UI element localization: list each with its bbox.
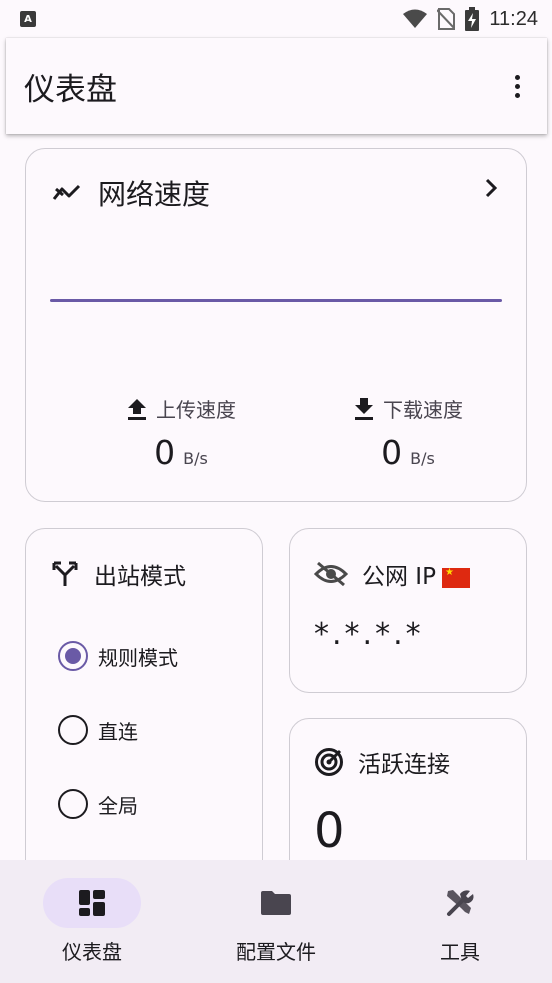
notification-app-icon: A xyxy=(20,11,36,27)
status-bar: A 11:24 xyxy=(0,0,552,38)
radar-icon xyxy=(315,748,343,776)
radio-direct[interactable] xyxy=(58,715,88,745)
visibility-off-icon[interactable] xyxy=(314,561,348,587)
upload-icon xyxy=(128,398,146,420)
download-icon xyxy=(355,397,373,420)
radio-rule[interactable] xyxy=(58,641,88,671)
conn-value: 0 xyxy=(314,803,345,859)
nav-label-profiles: 配置文件 xyxy=(236,940,316,964)
more-vert-icon xyxy=(514,74,520,80)
upload-unit: B/s xyxy=(183,449,208,468)
download-label: 下载速度 xyxy=(383,398,463,422)
dashboard-icon xyxy=(79,890,105,916)
call-split-icon xyxy=(52,561,78,586)
ip-value: *.*.*.* xyxy=(314,617,424,652)
download-unit: B/s xyxy=(410,449,435,468)
tools-icon xyxy=(447,890,474,916)
radio-label-direct: 直连 xyxy=(98,719,138,744)
radio-label-rule: 规则模式 xyxy=(98,645,178,670)
network-speed-card[interactable]: 网络速度 上传速度 0 B/s 下载速度 0 B/s xyxy=(25,148,527,502)
page-title: 仪表盘 xyxy=(24,71,117,108)
mode-option-rule[interactable]: 规则模式 xyxy=(58,641,178,671)
nav-item-tools[interactable]: 工具 xyxy=(368,860,552,983)
china-flag-icon xyxy=(441,567,470,588)
folder-icon xyxy=(261,891,291,915)
nav-item-profiles[interactable]: 配置文件 xyxy=(184,860,368,983)
speed-graph-line xyxy=(50,299,502,302)
mode-option-direct[interactable]: 直连 xyxy=(58,715,138,745)
upload-value: 0 xyxy=(154,433,176,472)
app-bar: 仪表盘 xyxy=(6,38,547,134)
nav-label-dashboard: 仪表盘 xyxy=(62,940,122,964)
battery-charging-icon xyxy=(465,7,480,31)
trending-icon xyxy=(52,184,81,200)
public-ip-card[interactable]: 公网 IP *.*.*.* xyxy=(289,528,527,693)
ip-card-title: 公网 IP xyxy=(362,557,470,591)
upload-label: 上传速度 xyxy=(156,398,236,422)
upload-speed: 上传速度 0 B/s xyxy=(81,394,281,472)
radio-global[interactable] xyxy=(58,789,88,819)
speed-card-title: 网络速度 xyxy=(98,178,211,211)
download-value: 0 xyxy=(381,433,403,472)
conn-card-title: 活跃连接 xyxy=(358,752,450,778)
no-sim-icon xyxy=(437,8,456,30)
chevron-right-icon[interactable] xyxy=(484,177,498,199)
more-options-button[interactable] xyxy=(505,66,529,106)
wifi-icon xyxy=(403,9,428,28)
mode-card-title: 出站模式 xyxy=(94,564,186,590)
bottom-navigation: 仪表盘 配置文件 工具 xyxy=(0,860,552,983)
download-speed: 下载速度 0 B/s xyxy=(308,394,508,472)
mode-option-global[interactable]: 全局 xyxy=(58,789,138,819)
nav-item-dashboard[interactable]: 仪表盘 xyxy=(0,860,184,983)
nav-label-tools: 工具 xyxy=(440,940,480,964)
status-time: 11:24 xyxy=(489,7,538,30)
radio-label-global: 全局 xyxy=(98,793,138,818)
